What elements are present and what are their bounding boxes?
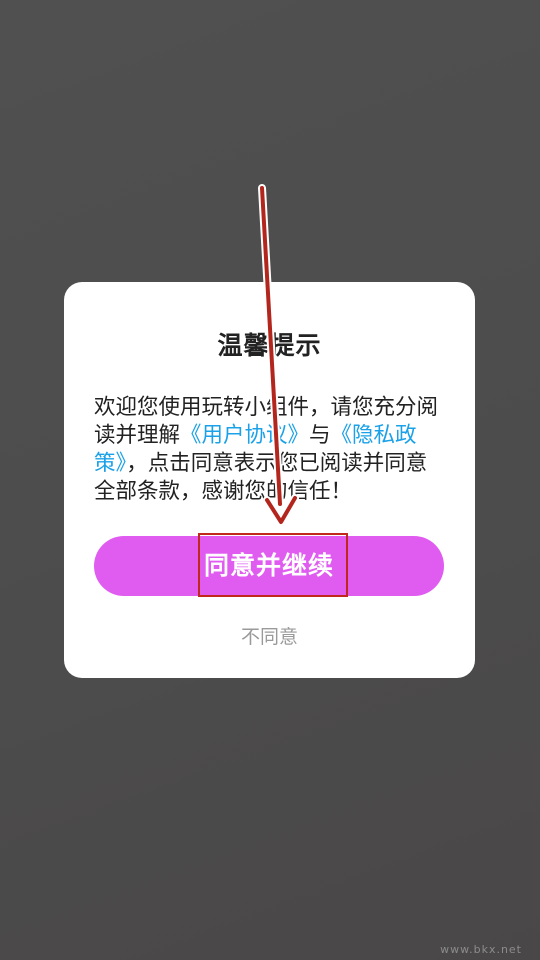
watermark: www.bkx.net	[440, 943, 522, 956]
agree-continue-label: 同意并继续	[203, 552, 334, 580]
dialog-title: 温馨提示	[217, 331, 322, 360]
message-suffix: ，点击同意表示您已阅读并同意全部条款，感谢您的信任！	[94, 451, 428, 504]
user-agreement-link[interactable]: 《用户协议》	[180, 423, 309, 448]
agree-continue-button[interactable]: 同意并继续	[94, 536, 444, 596]
privacy-dialog: 温馨提示 欢迎您使用玩转小组件，请您充分阅读并理解《用户协议》与《隐私政策》，点…	[64, 282, 475, 678]
dialog-message: 欢迎您使用玩转小组件，请您充分阅读并理解《用户协议》与《隐私政策》，点击同意表示…	[94, 394, 444, 506]
disagree-button[interactable]: 不同意	[64, 622, 475, 649]
message-connector: 与	[309, 423, 331, 448]
